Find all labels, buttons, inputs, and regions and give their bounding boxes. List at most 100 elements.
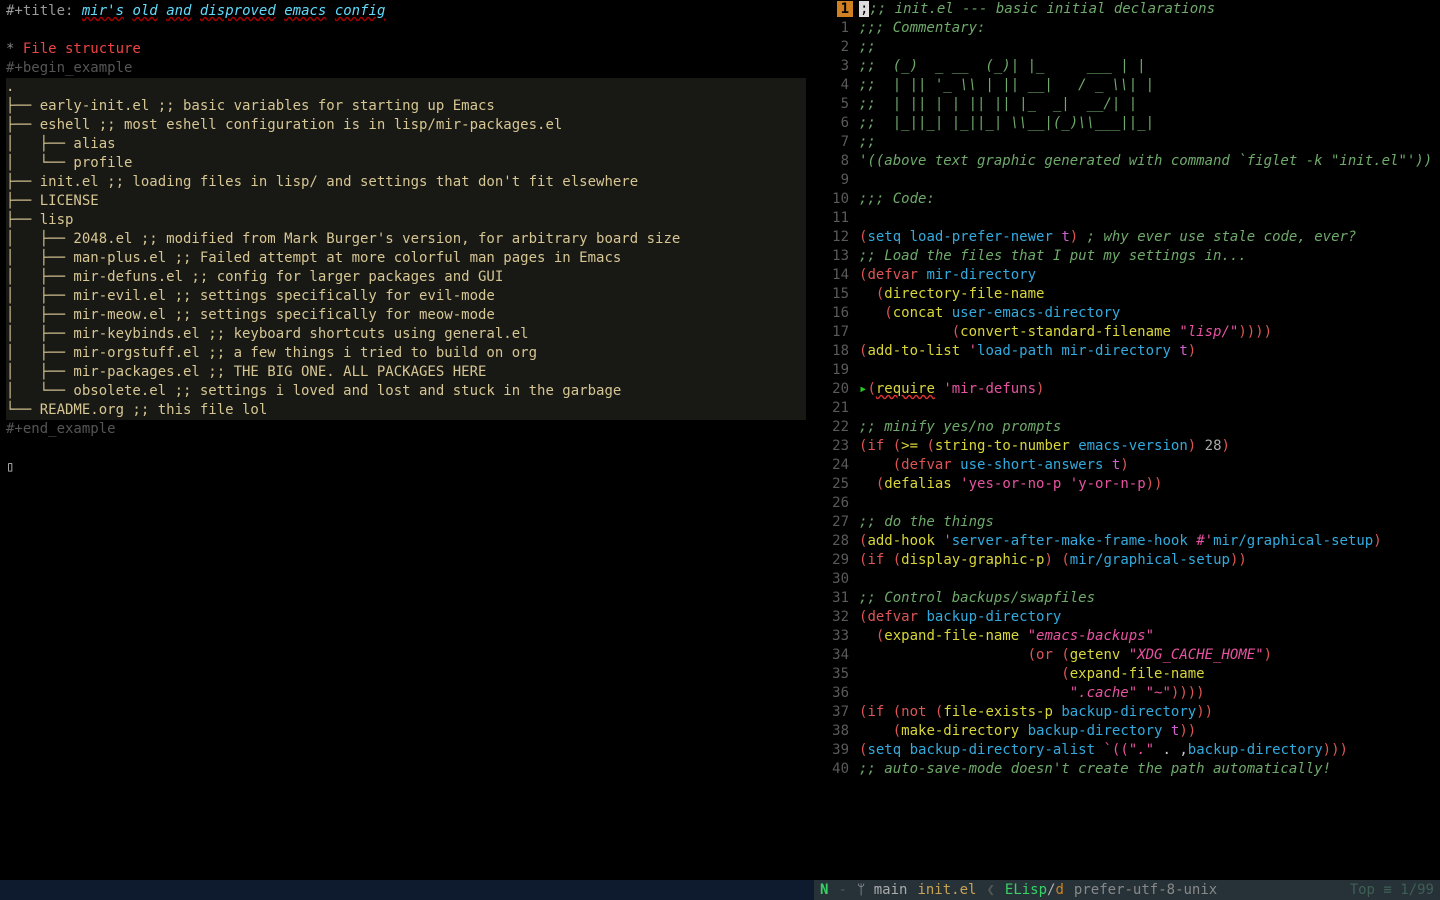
code-line[interactable]: (defvar use-short-answers t): [859, 456, 1440, 475]
tree-line: │ ├── 2048.el ;; modified from Mark Burg…: [6, 230, 806, 249]
code-line[interactable]: (defvar mir-directory: [859, 266, 1440, 285]
code-line[interactable]: (if (display-graphic-p) (mir/graphical-s…: [859, 551, 1440, 570]
code-line[interactable]: (if (not (file-exists-p backup-directory…: [859, 703, 1440, 722]
code-line[interactable]: (expand-file-name: [859, 665, 1440, 684]
code-line[interactable]: (add-hook 'server-after-make-frame-hook …: [859, 532, 1440, 551]
line-number: 28: [821, 532, 855, 551]
modeline-left-inactive: [0, 880, 814, 900]
line-number: 25: [821, 475, 855, 494]
code-line[interactable]: ;; | || | | || || |_ _| __/| |: [859, 95, 1440, 114]
left-pane-readme[interactable]: #+title: mir's old and disproved emacs c…: [0, 0, 821, 880]
tree-line: │ ├── mir-orgstuff.el ;; a few things i …: [6, 344, 806, 363]
code-line[interactable]: ;;: [859, 38, 1440, 57]
line-number: 39: [821, 741, 855, 760]
code-line[interactable]: ;; (_) _ __ (_)| |_ ___ | |: [859, 57, 1440, 76]
line-number: 19: [821, 361, 855, 380]
line-number: 14: [821, 266, 855, 285]
code-line[interactable]: ;;; Commentary:: [859, 19, 1440, 38]
line-number: 40: [821, 760, 855, 779]
line-number: 21: [821, 399, 855, 418]
code-line[interactable]: ;; Control backups/swapfiles: [859, 589, 1440, 608]
tree-line: │ └── profile: [6, 154, 806, 173]
code-line[interactable]: (convert-standard-filename "lisp/")))): [859, 323, 1440, 342]
line-number: 12: [821, 228, 855, 247]
tree-line: │ ├── alias: [6, 135, 806, 154]
code-line[interactable]: (setq load-prefer-newer t) ; why ever us…: [859, 228, 1440, 247]
git-branch: ᛘ main: [857, 881, 908, 900]
code-line[interactable]: (add-to-list 'load-path mir-directory t): [859, 342, 1440, 361]
code-line[interactable]: [859, 171, 1440, 190]
line-number: 22: [821, 418, 855, 437]
evil-state-indicator: N: [820, 881, 828, 900]
line-number: 1: [821, 19, 855, 38]
tree-line: │ ├── mir-packages.el ;; THE BIG ONE. AL…: [6, 363, 806, 382]
code-line[interactable]: ;; |_||_| |_||_| \\__|(_)\\___||_|: [859, 114, 1440, 133]
line-number: 2: [821, 38, 855, 57]
code-line[interactable]: (defalias 'yes-or-no-p 'y-or-n-p)): [859, 475, 1440, 494]
code-line[interactable]: ;; | || '_ \\ | || __| / _ \\| |: [859, 76, 1440, 95]
code-area[interactable]: ;;; init.el --- basic initial declaratio…: [855, 0, 1440, 880]
line-number: 36: [821, 684, 855, 703]
tree-line: └── README.org ;; this file lol: [6, 401, 806, 420]
separator-chevron: ❮: [986, 881, 994, 900]
code-line[interactable]: ".cache" "~")))): [859, 684, 1440, 703]
code-line[interactable]: [859, 399, 1440, 418]
code-line[interactable]: ;; auto-save-mode doesn't create the pat…: [859, 760, 1440, 779]
code-line[interactable]: ;;: [859, 133, 1440, 152]
tree-line: ├── init.el ;; loading files in lisp/ an…: [6, 173, 806, 192]
code-line[interactable]: [859, 570, 1440, 589]
line-number: 18: [821, 342, 855, 361]
code-line[interactable]: [859, 361, 1440, 380]
modeline-right-active: N - ᛘ main init.el ❮ ELisp/d prefer-utf-…: [814, 880, 1440, 900]
code-line[interactable]: ;; Load the files that I put my settings…: [859, 247, 1440, 266]
line-number: 17: [821, 323, 855, 342]
line-number: 11: [821, 209, 855, 228]
current-line-badge: 1: [837, 1, 853, 17]
code-line[interactable]: (or (getenv "XDG_CACHE_HOME"): [859, 646, 1440, 665]
tree-line: │ ├── mir-keybinds.el ;; keyboard shortc…: [6, 325, 806, 344]
code-line[interactable]: (defvar backup-directory: [859, 608, 1440, 627]
code-line[interactable]: ;;; init.el --- basic initial declaratio…: [859, 0, 1440, 19]
code-line[interactable]: '((above text graphic generated with com…: [859, 152, 1440, 171]
code-line[interactable]: (directory-file-name: [859, 285, 1440, 304]
begin-example: #+begin_example: [6, 59, 820, 78]
line-number: 4: [821, 76, 855, 95]
line-number: 31: [821, 589, 855, 608]
code-line[interactable]: (setq backup-directory-alist `(("." . ,b…: [859, 741, 1440, 760]
tree-line: │ ├── mir-meow.el ;; settings specifical…: [6, 306, 806, 325]
line-number: 23: [821, 437, 855, 456]
code-line[interactable]: ;; minify yes/no prompts: [859, 418, 1440, 437]
line-number: 5: [821, 95, 855, 114]
line-number: 16: [821, 304, 855, 323]
code-line[interactable]: (concat user-emacs-directory: [859, 304, 1440, 323]
tree-line: │ └── obsolete.el ;; settings i loved an…: [6, 382, 806, 401]
code-line[interactable]: (if (>= (string-to-number emacs-version)…: [859, 437, 1440, 456]
file-encoding: prefer-utf-8-unix: [1074, 881, 1217, 900]
tree-line: ├── eshell ;; most eshell configuration …: [6, 116, 806, 135]
code-line[interactable]: (make-directory backup-directory t)): [859, 722, 1440, 741]
code-line[interactable]: [859, 209, 1440, 228]
code-line[interactable]: [859, 494, 1440, 513]
line-number: 38: [821, 722, 855, 741]
line-number: 35: [821, 665, 855, 684]
org-title-line: #+title: mir's old and disproved emacs c…: [6, 2, 820, 21]
tree-line: │ ├── mir-evil.el ;; settings specifical…: [6, 287, 806, 306]
major-mode: ELisp/d: [1005, 881, 1064, 900]
code-line[interactable]: ▸(require 'mir-defuns): [859, 380, 1440, 399]
line-number: 30: [821, 570, 855, 589]
code-line[interactable]: (expand-file-name "emacs-backups": [859, 627, 1440, 646]
point-cursor-left: ▯: [6, 458, 820, 477]
tree-line: ├── lisp: [6, 211, 806, 230]
buffer-position: Top ≡ 1/99: [1350, 881, 1434, 900]
code-line[interactable]: ;;; Code:: [859, 190, 1440, 209]
line-number: 24: [821, 456, 855, 475]
tree-line: ├── early-init.el ;; basic variables for…: [6, 97, 806, 116]
end-example: #+end_example: [6, 420, 820, 439]
org-heading: * File structure: [6, 40, 820, 59]
heading-marker: *: [6, 41, 23, 57]
line-number: 32: [821, 608, 855, 627]
modeline: N - ᛘ main init.el ❮ ELisp/d prefer-utf-…: [0, 880, 1440, 900]
tree-line: ├── LICENSE: [6, 192, 806, 211]
right-pane-init-el[interactable]: 1 12345678910111213141516171819202122232…: [821, 0, 1440, 880]
code-line[interactable]: ;; do the things: [859, 513, 1440, 532]
